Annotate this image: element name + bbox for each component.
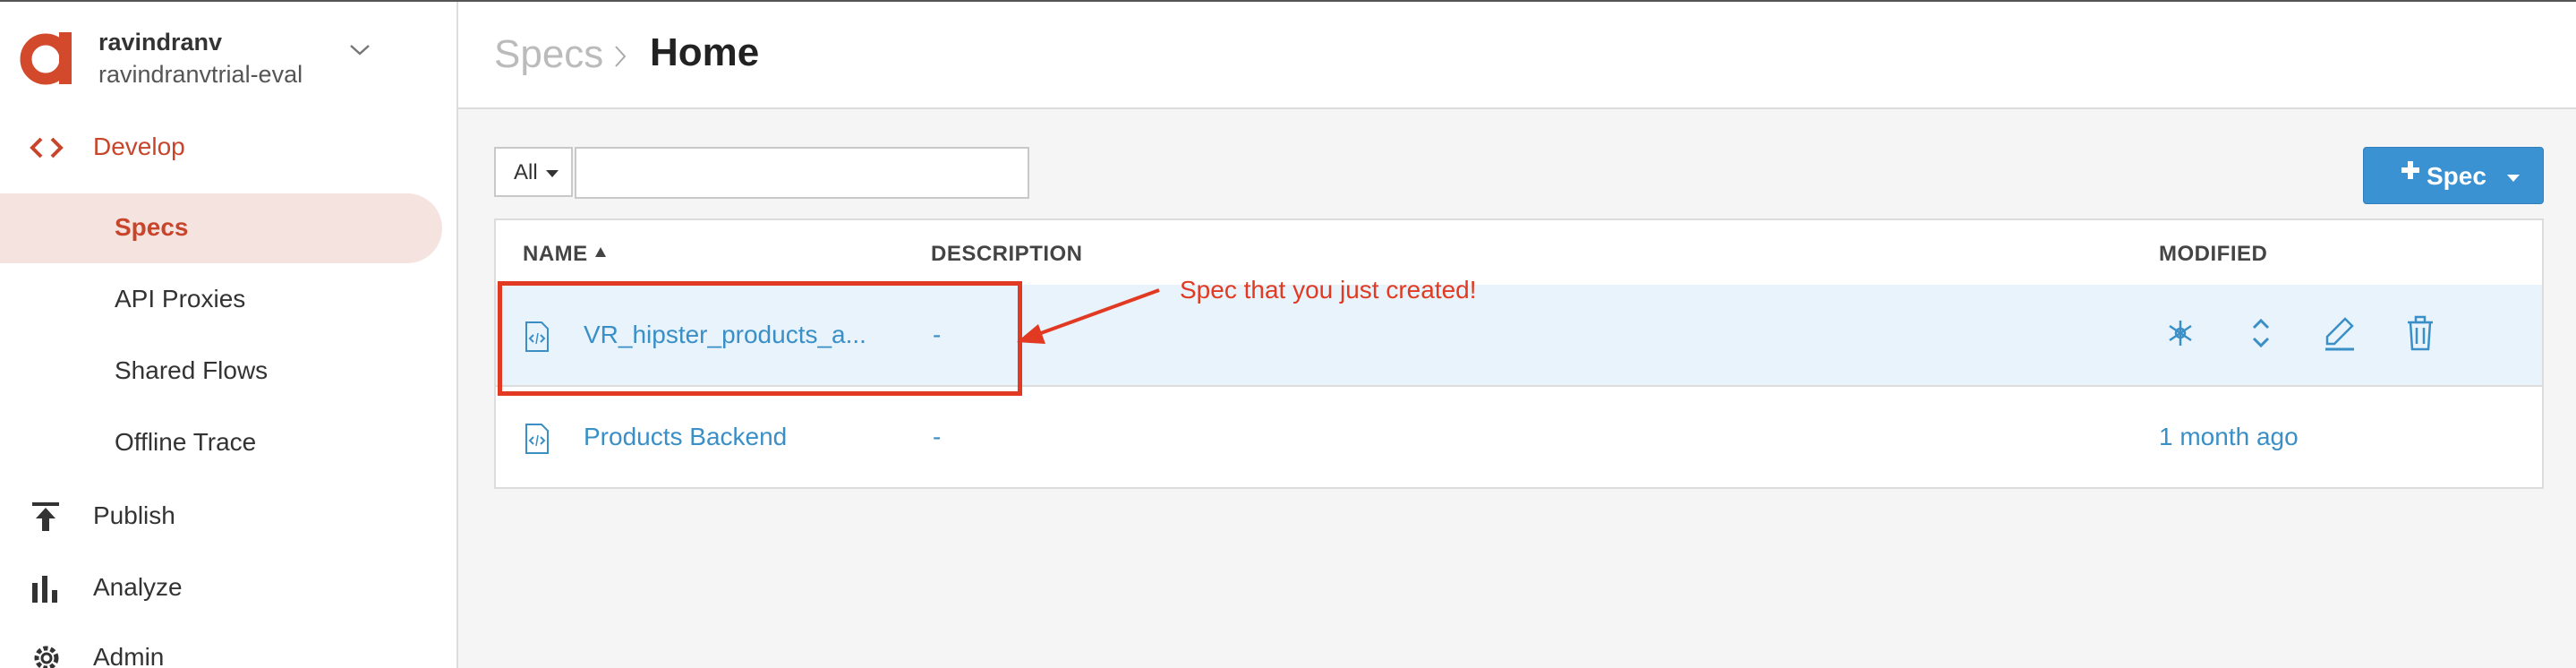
nav-develop[interactable]: Develop (0, 116, 456, 179)
page-title: Home (650, 30, 760, 74)
sidebar-item-offline-trace[interactable]: Offline Trace (0, 408, 442, 478)
account-switcher[interactable]: ravindranv ravindranvtrial-eval (0, 2, 456, 109)
nav-publish[interactable]: Publish (0, 485, 456, 548)
annotation-arrow-icon (1017, 288, 1160, 344)
sidebar-item-shared-flows[interactable]: Shared Flows (0, 337, 442, 407)
annotation-text: Spec that you just created! (1180, 276, 1477, 304)
nav-admin-label: Admin (93, 643, 165, 668)
sidebar-item-label: Offline Trace (115, 428, 257, 456)
chevron-down-icon[interactable] (347, 41, 372, 59)
plus-icon (2401, 161, 2419, 179)
sort-ascending-icon (595, 247, 606, 257)
spec-name-link[interactable]: Products Backend (584, 423, 787, 451)
page-header: Specs Home (458, 2, 2576, 109)
add-spec-button[interactable]: Spec (2363, 147, 2544, 204)
nav-admin[interactable]: Admin (0, 627, 456, 668)
nav-develop-label: Develop (93, 133, 185, 160)
nav-analyze[interactable]: Analyze (0, 557, 456, 620)
chevron-right-icon (615, 46, 627, 67)
bar-chart-icon (32, 576, 57, 603)
expand-collapse-icon[interactable] (2241, 313, 2281, 353)
edit-pencil-icon[interactable] (2320, 313, 2359, 353)
sidebar-item-label: Specs (115, 213, 189, 241)
gear-icon (34, 646, 59, 668)
nav-analyze-label: Analyze (93, 573, 183, 601)
search-input[interactable] (575, 147, 1029, 199)
table-row[interactable]: Products Backend - 1 month ago (496, 387, 2542, 487)
trace-icon[interactable] (2161, 313, 2200, 353)
filter-type-value: All (514, 160, 538, 184)
sidebar: ravindranv ravindranvtrial-eval Develop … (0, 2, 458, 668)
sidebar-item-api-proxies[interactable]: API Proxies (0, 265, 442, 335)
code-brackets-icon (30, 137, 64, 158)
apigee-logo-icon (20, 32, 72, 85)
add-spec-label: Spec (2427, 162, 2486, 190)
column-header-description: DESCRIPTION (931, 242, 1083, 266)
nav-publish-label: Publish (93, 501, 175, 529)
column-header-name[interactable]: NAME (523, 242, 588, 267)
caret-down-icon (2507, 175, 2520, 182)
trash-icon[interactable] (2401, 313, 2440, 353)
sidebar-item-specs[interactable]: Specs (0, 193, 442, 263)
spec-modified: 1 month ago (2159, 423, 2299, 450)
upload-icon (32, 502, 59, 531)
spec-description: - (933, 423, 942, 450)
column-header-modified[interactable]: MODIFIED (2159, 242, 2267, 267)
sidebar-item-label: Shared Flows (115, 356, 269, 384)
breadcrumb-specs-link[interactable]: Specs (494, 32, 603, 77)
spec-file-icon (525, 424, 549, 454)
caret-down-icon (546, 170, 559, 177)
sidebar-item-label: API Proxies (115, 285, 246, 313)
filter-type-dropdown[interactable]: All (494, 147, 573, 197)
account-org: ravindranvtrial-eval (98, 61, 303, 88)
annotation-highlight-box (498, 281, 1022, 396)
table-header: NAME DESCRIPTION MODIFIED (496, 220, 2542, 287)
account-username: ravindranv (98, 29, 223, 56)
